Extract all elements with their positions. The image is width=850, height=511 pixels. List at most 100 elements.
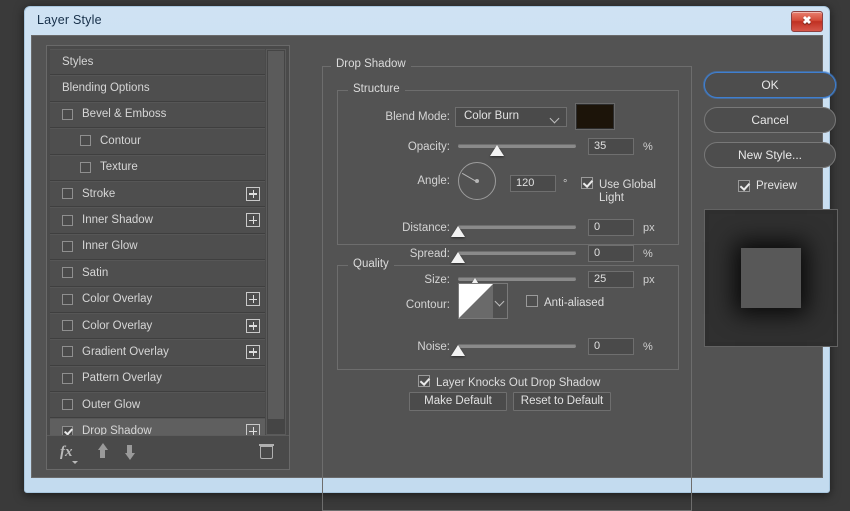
style-row-checkbox[interactable] [62, 188, 73, 199]
style-row-label: Pattern Overlay [79, 372, 162, 384]
style-row-styles[interactable]: Styles [50, 49, 265, 75]
opacity-slider-thumb[interactable] [490, 145, 504, 156]
noise-input[interactable]: 0 [588, 338, 634, 355]
style-row-checkbox[interactable] [62, 241, 73, 252]
use-global-light-checkbox[interactable] [581, 177, 593, 189]
angle-input[interactable]: 120 [510, 175, 556, 192]
blend-mode-select[interactable]: Color Burn [455, 107, 567, 127]
dialog-actions: OK Cancel New Style... Preview [704, 72, 838, 197]
style-row-label: Styles [50, 56, 93, 68]
style-row-label: Inner Shadow [79, 214, 153, 226]
noise-unit: % [643, 338, 653, 356]
style-row-bevel-emboss[interactable]: Bevel & Emboss [50, 102, 265, 128]
arrow-down-icon[interactable] [122, 443, 137, 460]
styles-list[interactable]: Styles Blending Options Bevel & Emboss Cont… [50, 49, 265, 435]
style-row-texture[interactable]: Texture [50, 155, 265, 181]
style-row-outer-glow[interactable]: Outer Glow [50, 392, 265, 418]
distance-slider-thumb[interactable] [451, 226, 465, 237]
style-row-stroke[interactable]: Stroke [50, 181, 265, 207]
style-row-label: Gradient Overlay [79, 346, 169, 358]
structure-legend: Structure [348, 83, 405, 95]
preview-checkbox[interactable] [738, 180, 750, 192]
style-row-checkbox[interactable] [62, 267, 73, 278]
preview-label: Preview [756, 180, 797, 192]
opacity-slider[interactable] [458, 144, 576, 148]
window-title: Layer Style [37, 13, 102, 27]
spread-slider-thumb[interactable] [451, 252, 465, 263]
style-row-checkbox[interactable] [62, 215, 73, 226]
preview-row: Preview [704, 177, 838, 197]
contour-label: Contour: [330, 290, 450, 320]
preview-canvas [709, 214, 833, 342]
preview-thumbnail [704, 209, 838, 347]
layer-knocks-out-checkbox[interactable] [418, 375, 430, 387]
opacity-input[interactable]: 35 [588, 138, 634, 155]
reset-to-default-button[interactable]: Reset to Default [513, 392, 611, 411]
make-default-button[interactable]: Make Default [409, 392, 507, 411]
contour-preview[interactable] [458, 283, 494, 319]
blend-mode-label: Blend Mode: [330, 108, 450, 126]
spread-slider[interactable] [458, 251, 576, 255]
styles-scrollbar[interactable] [266, 49, 286, 435]
noise-slider[interactable] [458, 344, 576, 348]
style-row-label: Blending Options [50, 82, 150, 94]
quality-legend: Quality [348, 258, 394, 270]
style-row-color-overlay[interactable]: Color Overlay [50, 287, 265, 313]
angle-unit: ° [563, 175, 567, 193]
style-row-checkbox[interactable] [62, 320, 73, 331]
style-row-label: Bevel & Emboss [79, 108, 166, 120]
angle-label: Angle: [330, 166, 450, 196]
style-row-checkbox[interactable] [62, 109, 73, 120]
add-effect-icon[interactable] [246, 187, 260, 201]
spread-input[interactable]: 0 [588, 245, 634, 262]
distance-slider[interactable] [458, 225, 576, 229]
anti-aliased-checkbox[interactable] [526, 295, 538, 307]
style-row-label: Color Overlay [79, 320, 152, 332]
style-row-checkbox[interactable] [62, 294, 73, 305]
style-row-checkbox[interactable] [62, 346, 73, 357]
ok-button[interactable]: OK [704, 72, 836, 98]
style-row-drop-shadow[interactable]: Drop Shadow [50, 418, 265, 435]
style-row-checkbox[interactable] [62, 373, 73, 384]
add-effect-icon[interactable] [246, 345, 260, 359]
noise-slider-thumb[interactable] [451, 345, 465, 356]
close-x-icon: ✖ [792, 14, 822, 27]
effect-settings-panel: Drop Shadow Structure Blend Mode: Color … [322, 66, 692, 511]
distance-label: Distance: [330, 219, 450, 237]
shadow-color-swatch[interactable] [576, 104, 614, 129]
new-style-button[interactable]: New Style... [704, 142, 836, 168]
style-row-inner-shadow[interactable]: Inner Shadow [50, 207, 265, 233]
style-row-checkbox[interactable] [80, 162, 91, 173]
styles-scrollbar-thumb[interactable] [268, 51, 284, 419]
add-effect-icon[interactable] [246, 213, 260, 227]
style-row-gradient-overlay[interactable]: Gradient Overlay [50, 339, 265, 365]
quality-group: Quality Contour: Anti-aliased Noise: 0 % [337, 265, 679, 370]
contour-dropdown[interactable] [493, 283, 508, 319]
style-row-satin[interactable]: Satin [50, 260, 265, 286]
distance-input[interactable]: 0 [588, 219, 634, 236]
style-row-checkbox[interactable] [62, 426, 73, 435]
cancel-button[interactable]: Cancel [704, 107, 836, 133]
close-button[interactable]: ✖ [791, 11, 823, 32]
effect-title: Drop Shadow [331, 58, 411, 70]
style-row-label: Texture [97, 161, 138, 173]
angle-dial[interactable] [458, 162, 496, 200]
style-row-contour[interactable]: Contour [50, 128, 265, 154]
styles-panel: Styles Blending Options Bevel & Emboss Cont… [46, 45, 290, 470]
arrow-up-icon[interactable] [95, 443, 110, 460]
add-effect-icon[interactable] [246, 319, 260, 333]
add-effect-icon[interactable] [246, 424, 260, 435]
style-row-label: Inner Glow [79, 240, 138, 252]
style-row-pattern-overlay[interactable]: Pattern Overlay [50, 366, 265, 392]
style-row-checkbox[interactable] [80, 135, 91, 146]
trash-icon[interactable] [260, 443, 273, 459]
style-row-color-overlay[interactable]: Color Overlay [50, 313, 265, 339]
fx-icon[interactable]: fx [60, 443, 73, 461]
style-row-blending-options[interactable]: Blending Options [50, 75, 265, 101]
style-row-inner-glow[interactable]: Inner Glow [50, 234, 265, 260]
style-row-label: Color Overlay [79, 293, 152, 305]
style-row-checkbox[interactable] [62, 399, 73, 410]
styles-toolbar: fx [47, 435, 289, 469]
add-effect-icon[interactable] [246, 292, 260, 306]
linear-contour-icon [459, 284, 493, 318]
